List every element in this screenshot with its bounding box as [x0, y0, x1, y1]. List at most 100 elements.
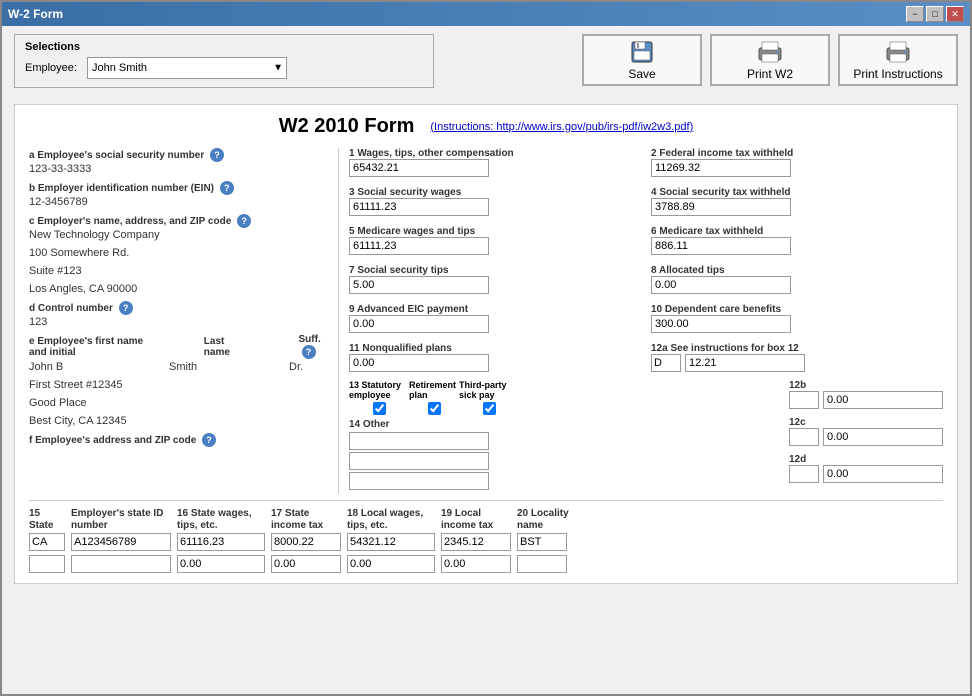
box3-input[interactable] [349, 198, 489, 216]
left-column: a Employee's social security number ? 12… [29, 148, 339, 494]
form-title: W2 2010 Form [279, 115, 415, 138]
box2-block: 2 Federal income tax withheld [651, 148, 943, 177]
box12d-code-input[interactable] [789, 465, 819, 483]
box-c-label: c Employer's name, address, and ZIP code… [29, 214, 328, 228]
box9-input[interactable] [349, 315, 489, 333]
state-data-row2 [29, 555, 943, 573]
box12b-label: 12b [789, 380, 943, 391]
state2-locality-input[interactable] [517, 555, 567, 573]
box13-retirement-label: Retirementplan [409, 380, 459, 400]
box-c-help-icon[interactable]: ? [237, 214, 251, 228]
employee-address-block: First Street #12345 Good Place Best City… [29, 379, 328, 427]
box12a-block: 12a See instructions for box 12 [651, 343, 943, 372]
state1-wages-input[interactable] [177, 533, 265, 551]
form-title-row: W2 2010 Form (Instructions: http://www.i… [29, 115, 943, 138]
box-f-help-icon[interactable]: ? [202, 433, 216, 447]
top-section: Selections Employee: John Smith ▼ [14, 34, 958, 96]
box12c-label: 12c [789, 417, 943, 428]
retirement-plan-checkbox[interactable] [428, 402, 441, 415]
employer-name: New Technology Company [29, 229, 328, 241]
employee-lastname: Smith [169, 361, 229, 373]
state1-employer-id-input[interactable] [71, 533, 171, 551]
box-e-suffix-label: Suff. ? [299, 334, 328, 359]
box12d-value-input[interactable] [823, 465, 943, 483]
window-controls: − □ ✕ [906, 6, 964, 22]
box-a-label: a Employee's social security number ? [29, 148, 328, 162]
employee-city: Best City, CA 12345 [29, 415, 328, 427]
box-e-help-icon[interactable]: ? [302, 345, 316, 359]
box-f-label: f Employee's address and ZIP code ? [29, 433, 328, 447]
box-b-help-icon[interactable]: ? [220, 181, 234, 195]
box-a-help-icon[interactable]: ? [210, 148, 224, 162]
print-instructions-button[interactable]: Print Instructions [838, 34, 958, 86]
box4-input[interactable] [651, 198, 791, 216]
right-section-grid: 1 Wages, tips, other compensation 2 Fede… [349, 148, 943, 376]
selections-group: Selections Employee: John Smith ▼ [14, 34, 434, 88]
third-party-checkbox[interactable] [483, 402, 496, 415]
box6-block: 6 Medicare tax withheld [651, 226, 943, 255]
form-body: a Employee's social security number ? 12… [29, 148, 943, 494]
selections-label: Selections [25, 41, 423, 53]
close-button[interactable]: ✕ [946, 6, 964, 22]
box13-thirdparty-label: Third-partysick pay [459, 380, 519, 400]
box11-input[interactable] [349, 354, 489, 372]
save-button[interactable]: Save [582, 34, 702, 86]
state2-local-tax-input[interactable] [441, 555, 511, 573]
box2-input[interactable] [651, 159, 791, 177]
box10-label: 10 Dependent care benefits [651, 304, 943, 315]
box12c-code-input[interactable] [789, 428, 819, 446]
box4-label: 4 Social security tax withheld [651, 187, 943, 198]
box7-input[interactable] [349, 276, 489, 294]
state1-local-wages-input[interactable] [347, 533, 435, 551]
minimize-button[interactable]: − [906, 6, 924, 22]
save-icon [630, 40, 654, 64]
state2-employer-id-input[interactable] [71, 555, 171, 573]
state2-wages-input[interactable] [177, 555, 265, 573]
box13-box12bcd-row: 13 Statutoryemployee Retirementplan Thir… [349, 380, 943, 494]
state2-local-wages-input[interactable] [347, 555, 435, 573]
employee-address2: Good Place [29, 397, 328, 409]
box14-input3[interactable] [349, 472, 489, 490]
maximize-button[interactable]: □ [926, 6, 944, 22]
box18-header: 18 Local wages, tips, etc. [347, 507, 435, 531]
box12b-code-input[interactable] [789, 391, 819, 409]
box14-input1[interactable] [349, 432, 489, 450]
state2-tax-input[interactable] [271, 555, 341, 573]
box11-block: 11 Nonqualified plans [349, 343, 641, 372]
employee-select-wrapper[interactable]: John Smith ▼ [87, 57, 287, 79]
box12c-block: 12c [789, 417, 943, 446]
employer-address1: 100 Somewhere Rd. [29, 247, 328, 259]
box13-header: 13 Statutoryemployee Retirementplan Thir… [349, 380, 779, 400]
state1-state-input[interactable] [29, 533, 65, 551]
box7-block: 7 Social security tips [349, 265, 641, 294]
box10-input[interactable] [651, 315, 791, 333]
box12c-value-input[interactable] [823, 428, 943, 446]
box5-input[interactable] [349, 237, 489, 255]
box13-label: 13 Statutoryemployee [349, 380, 409, 400]
print-w2-button[interactable]: Print W2 [710, 34, 830, 86]
form-container: W2 2010 Form (Instructions: http://www.i… [14, 104, 958, 584]
box12b-value-input[interactable] [823, 391, 943, 409]
box6-input[interactable] [651, 237, 791, 255]
box8-block: 8 Allocated tips [651, 265, 943, 294]
state2-state-input[interactable] [29, 555, 65, 573]
state1-tax-input[interactable] [271, 533, 341, 551]
form-instructions-link[interactable]: (Instructions: http://www.irs.gov/pub/ir… [430, 121, 693, 133]
employee-label: Employee: [25, 62, 77, 74]
box15-state-header: 15 State [29, 507, 65, 531]
box-f-row: f Employee's address and ZIP code ? [29, 433, 328, 447]
box12a-value-input[interactable] [685, 354, 805, 372]
box12b-inputs [789, 391, 943, 409]
state1-local-tax-input[interactable] [441, 533, 511, 551]
statutory-employee-checkbox[interactable] [373, 402, 386, 415]
box1-input[interactable] [349, 159, 489, 177]
box-c-row: c Employer's name, address, and ZIP code… [29, 214, 328, 295]
box8-input[interactable] [651, 276, 791, 294]
employee-select[interactable]: John Smith [87, 57, 287, 79]
box13-block: 13 Statutoryemployee Retirementplan Thir… [349, 380, 779, 415]
box-d-help-icon[interactable]: ? [119, 301, 133, 315]
state1-locality-input[interactable] [517, 533, 567, 551]
employee-address1: First Street #12345 [29, 379, 328, 391]
box14-input2[interactable] [349, 452, 489, 470]
box12a-code-input[interactable] [651, 354, 681, 372]
